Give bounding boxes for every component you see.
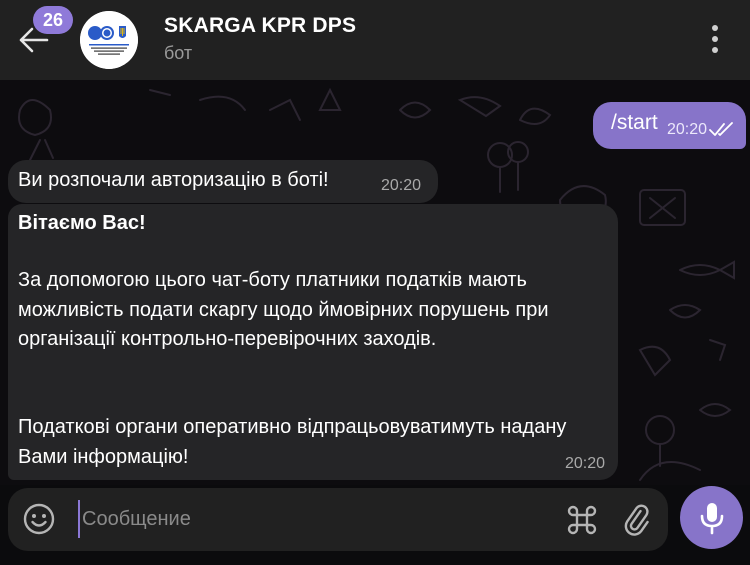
paperclip-icon (624, 504, 649, 536)
unread-count-badge: 26 (33, 6, 73, 34)
emoji-button[interactable] (22, 502, 56, 536)
message-text: /start (611, 111, 658, 134)
ukraine-tax-service-logo (80, 11, 138, 69)
chat-header: 26 SKARGA KPR DPS бот (0, 0, 750, 80)
message-outgoing[interactable]: /start 20:20 (593, 102, 746, 149)
chat-area[interactable]: /start 20:20 Ви розпочали авторизацію в … (0, 80, 750, 485)
avatar[interactable] (80, 11, 138, 69)
message-text: Ви розпочали авторизацію в боті! (18, 169, 329, 191)
message-time: 20:20 (667, 121, 708, 138)
menu-dot (712, 25, 718, 31)
message-time: 20:20 (381, 177, 422, 194)
message-paragraph: За допомогою цього чат-боту платники под… (18, 269, 549, 350)
voice-record-button[interactable] (680, 486, 743, 549)
microphone-icon (700, 502, 723, 534)
chat-title[interactable]: SKARGA KPR DPS (164, 14, 356, 38)
chat-subtitle: бот (164, 43, 193, 63)
message-greeting: Вітаємо Вас! (18, 212, 146, 234)
bot-commands-button[interactable] (564, 502, 600, 538)
menu-dot (712, 47, 718, 53)
more-menu-button[interactable] (702, 22, 728, 56)
emoji-icon (23, 503, 55, 535)
attach-button[interactable] (618, 502, 654, 538)
message-input[interactable] (78, 500, 538, 538)
message-time: 20:20 (565, 455, 606, 472)
double-check-icon (709, 122, 733, 136)
message-incoming[interactable]: Вітаємо Вас! За допомогою цього чат-боту… (8, 204, 618, 480)
command-icon (567, 505, 597, 535)
message-incoming[interactable]: Ви розпочали авторизацію в боті! 20:20 (8, 160, 438, 203)
message-composer (8, 488, 668, 551)
menu-dot (712, 36, 718, 42)
message-paragraph: Податкові органи оперативно відпрацьовув… (18, 416, 567, 468)
